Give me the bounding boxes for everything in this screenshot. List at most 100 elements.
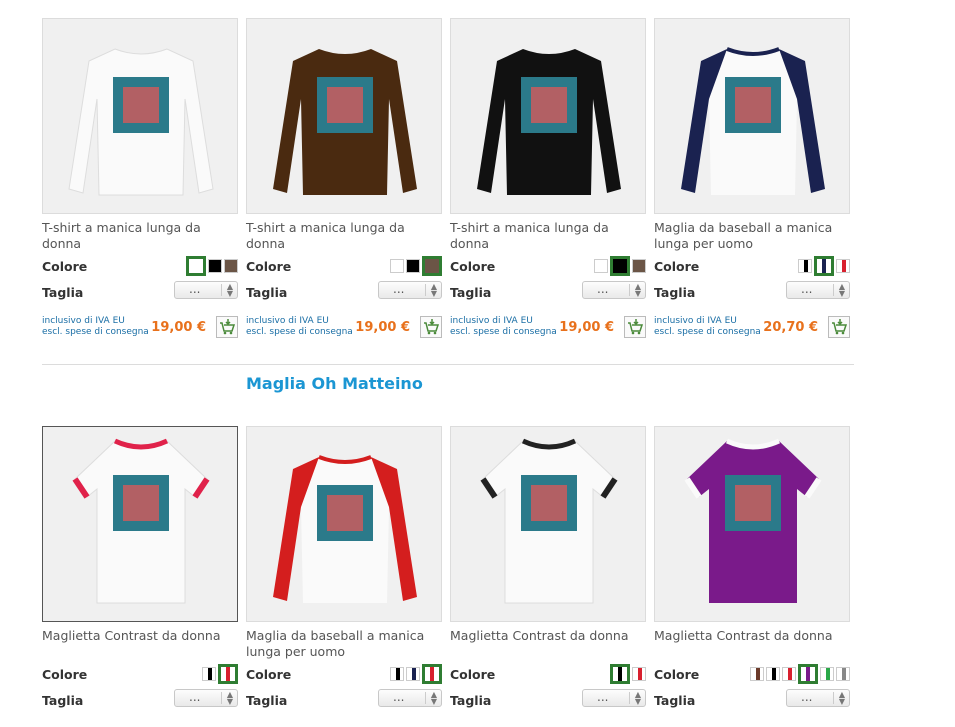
product-name[interactable]: Maglia da baseball a manica lunga per uo…: [654, 220, 850, 252]
size-label: Taglia: [450, 285, 492, 300]
add-to-cart-icon[interactable]: [420, 316, 442, 338]
swatch-black[interactable]: [610, 256, 630, 276]
swatch-white-red[interactable]: [218, 664, 238, 684]
updown-arrow-icon: ▲ ▼: [838, 282, 845, 298]
product-image[interactable]: [42, 426, 238, 622]
size-label: Taglia: [654, 285, 696, 300]
product-image[interactable]: [450, 426, 646, 622]
swatch-white-black[interactable]: [798, 259, 812, 273]
product-image[interactable]: [42, 18, 238, 214]
swatch-white-navy[interactable]: [814, 256, 834, 276]
vat-note: inclusivo di IVA EU escl. spese di conseg…: [246, 316, 353, 337]
product-card[interactable]: Maglia da baseball a manica lunga per uo…: [654, 18, 850, 346]
color-swatches: [610, 664, 646, 684]
updown-arrow-icon: ▲ ▼: [430, 282, 437, 298]
swatch-white[interactable]: [594, 259, 608, 273]
product-name[interactable]: Maglietta Contrast da donna: [450, 628, 646, 660]
product-price: 19,00 €: [151, 320, 206, 335]
size-select[interactable]: ... ▲ ▼: [786, 689, 850, 707]
size-select[interactable]: ... ▲ ▼: [582, 689, 646, 707]
add-to-cart-icon[interactable]: [624, 316, 646, 338]
color-swatches: [390, 664, 442, 684]
swatch-brown[interactable]: [224, 259, 238, 273]
product-name[interactable]: Maglietta Contrast da donna: [654, 628, 850, 660]
size-select[interactable]: ... ▲ ▼: [378, 689, 442, 707]
add-to-cart-icon[interactable]: [828, 316, 850, 338]
color-label: Colore: [654, 259, 700, 274]
color-swatches: [186, 256, 238, 276]
product-image[interactable]: [654, 18, 850, 214]
vat-note: inclusivo di IVA EU escl. spese di conseg…: [42, 316, 149, 337]
color-swatches: [594, 256, 646, 276]
swatch-brown[interactable]: [632, 259, 646, 273]
color-label: Colore: [654, 667, 700, 682]
updown-arrow-icon: ▲ ▼: [430, 690, 437, 706]
section-divider: [42, 364, 854, 365]
product-price: 19,00 €: [559, 320, 614, 335]
product-card[interactable]: Maglietta Contrast da donna Colore Tagli…: [42, 426, 238, 712]
product-price: 19,00 €: [355, 320, 410, 335]
swatch-white-red[interactable]: [632, 667, 646, 681]
swatch-white-black[interactable]: [610, 664, 630, 684]
product-image[interactable]: [654, 426, 850, 622]
product-card[interactable]: T-shirt a manica lunga da donna Colore T…: [246, 18, 442, 346]
swatch-white-purple[interactable]: [798, 664, 818, 684]
size-label: Taglia: [654, 693, 696, 708]
color-label: Colore: [42, 259, 88, 274]
product-image[interactable]: [246, 426, 442, 622]
swatch-white-red[interactable]: [422, 664, 442, 684]
color-label: Colore: [450, 259, 496, 274]
color-label: Colore: [42, 667, 88, 682]
updown-arrow-icon: ▲ ▼: [226, 282, 233, 298]
product-card[interactable]: T-shirt a manica lunga da donna Colore T…: [42, 18, 238, 346]
size-select[interactable]: ... ▲ ▼: [174, 281, 238, 299]
size-label: Taglia: [246, 285, 288, 300]
swatch-white-black[interactable]: [202, 667, 216, 681]
size-label: Taglia: [42, 693, 84, 708]
size-label: Taglia: [42, 285, 84, 300]
swatch-white-brown[interactable]: [750, 667, 764, 681]
product-name[interactable]: T-shirt a manica lunga da donna: [246, 220, 442, 252]
swatch-white-black[interactable]: [766, 667, 780, 681]
updown-arrow-icon: ▲ ▼: [634, 282, 641, 298]
swatch-white[interactable]: [390, 259, 404, 273]
swatch-white-red[interactable]: [836, 259, 850, 273]
swatch-black[interactable]: [208, 259, 222, 273]
swatch-white-red[interactable]: [782, 667, 796, 681]
size-select[interactable]: ... ▲ ▼: [378, 281, 442, 299]
color-swatches: [202, 664, 238, 684]
product-image[interactable]: [450, 18, 646, 214]
swatch-white[interactable]: [186, 256, 206, 276]
size-label: Taglia: [450, 693, 492, 708]
product-name[interactable]: T-shirt a manica lunga da donna: [450, 220, 646, 252]
product-name[interactable]: Maglietta Contrast da donna: [42, 628, 238, 660]
swatch-black[interactable]: [406, 259, 420, 273]
updown-arrow-icon: ▲ ▼: [634, 690, 641, 706]
color-label: Colore: [246, 259, 292, 274]
product-card[interactable]: T-shirt a manica lunga da donna Colore T…: [450, 18, 646, 346]
size-select[interactable]: ... ▲ ▼: [174, 689, 238, 707]
color-swatches: [390, 256, 442, 276]
swatch-white-green[interactable]: [820, 667, 834, 681]
color-swatches: [750, 664, 850, 684]
product-card[interactable]: Maglietta Contrast da donna Colore Tagli…: [654, 426, 850, 712]
product-card[interactable]: Maglietta Contrast da donna Colore Tagli…: [450, 426, 646, 712]
swatch-brown[interactable]: [422, 256, 442, 276]
add-to-cart-icon[interactable]: [216, 316, 238, 338]
size-select[interactable]: ... ▲ ▼: [582, 281, 646, 299]
updown-arrow-icon: ▲ ▼: [226, 690, 233, 706]
product-name[interactable]: T-shirt a manica lunga da donna: [42, 220, 238, 252]
color-swatches: [798, 256, 850, 276]
size-select[interactable]: ... ▲ ▼: [786, 281, 850, 299]
swatch-white-grey[interactable]: [836, 667, 850, 681]
product-card[interactable]: Maglia da baseball a manica lunga per uo…: [246, 426, 442, 712]
swatch-white-navy[interactable]: [406, 667, 420, 681]
swatch-white-black[interactable]: [390, 667, 404, 681]
product-name[interactable]: Maglia da baseball a manica lunga per uo…: [246, 628, 442, 660]
product-price: 20,70 €: [763, 320, 818, 335]
section-title[interactable]: Maglia Oh Matteino: [246, 374, 423, 393]
vat-note: inclusivo di IVA EU escl. spese di conseg…: [654, 316, 761, 337]
size-label: Taglia: [246, 693, 288, 708]
product-image[interactable]: [246, 18, 442, 214]
color-label: Colore: [450, 667, 496, 682]
